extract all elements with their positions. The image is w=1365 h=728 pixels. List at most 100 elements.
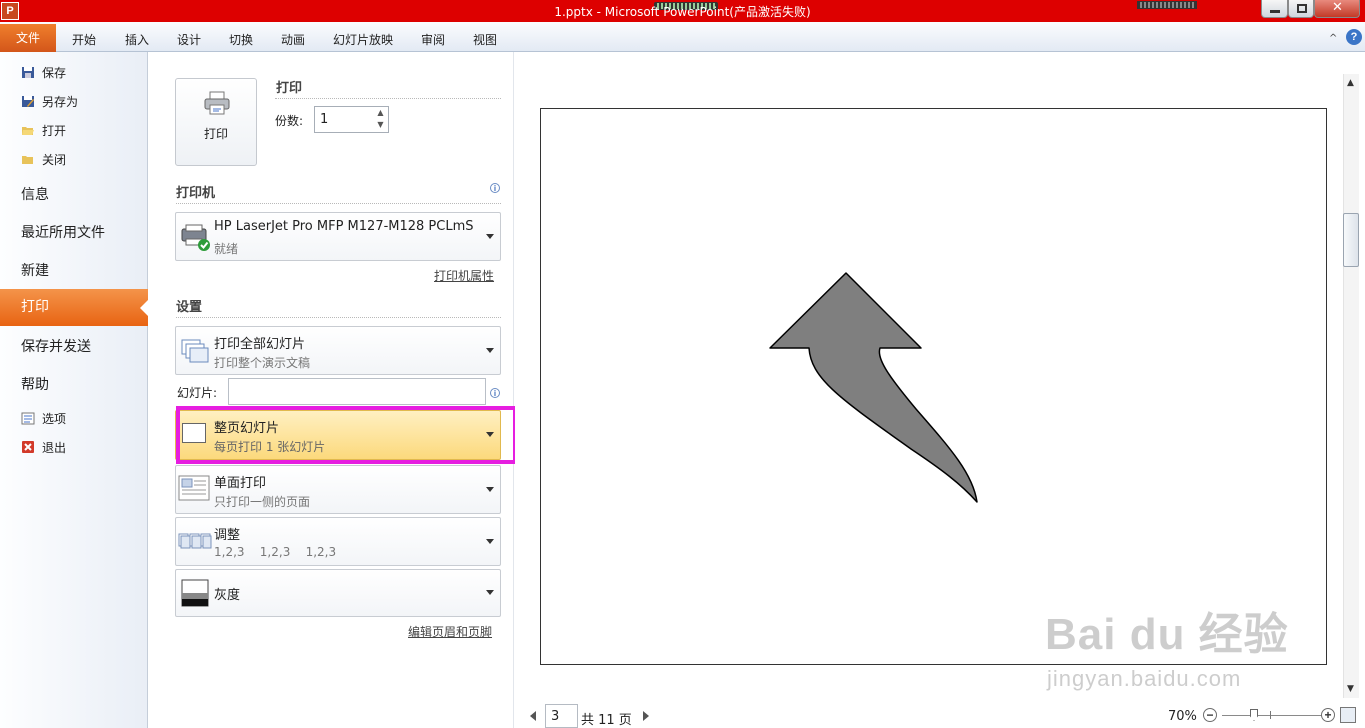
slides-label: 幻灯片: (177, 386, 218, 400)
nav-exit[interactable]: 退出 (21, 437, 66, 457)
page-number-input[interactable]: 3 (545, 704, 578, 728)
chevron-down-icon (486, 347, 494, 353)
nav-close-label: 关闭 (42, 152, 67, 167)
copies-spinner[interactable]: ▲ ▼ (373, 107, 388, 132)
zoom-to-page-icon[interactable] (1340, 707, 1356, 723)
printer-section-title: 打印机 (176, 186, 216, 201)
nav-save-as[interactable]: 另存为 (21, 91, 78, 111)
tab-insert[interactable]: 插入 (125, 31, 149, 48)
nav-info[interactable]: 信息 (21, 184, 49, 204)
tab-home[interactable]: 开始 (72, 31, 96, 48)
help-icon[interactable]: ? (1346, 29, 1362, 45)
sides-dropdown[interactable]: 单面打印 只打印一侧的页面 (175, 465, 501, 514)
scrollbar-thumb[interactable] (1343, 213, 1359, 267)
close-window-button[interactable]: ✕ (1314, 0, 1360, 18)
spin-up-icon[interactable]: ▲ (373, 107, 388, 119)
chevron-down-icon (486, 590, 494, 595)
printer-dropdown[interactable]: HP LaserJet Pro MFP M127-M128 PCLmS 就绪 (175, 212, 501, 261)
nav-exit-label: 退出 (42, 440, 67, 455)
save-as-icon (21, 95, 35, 108)
tab-slideshow[interactable]: 幻灯片放映 (333, 31, 393, 48)
zoom-slider[interactable] (1222, 715, 1322, 716)
collated-icon (178, 533, 212, 549)
printer-ready-icon (181, 224, 210, 251)
nav-open[interactable]: 打开 (21, 120, 66, 140)
page-total: 共 11 页 (581, 713, 632, 728)
divider (275, 98, 501, 99)
color-title: 灰度 (214, 588, 241, 603)
grayscale-icon (181, 579, 209, 607)
nav-open-label: 打开 (42, 123, 67, 138)
collate-dropdown[interactable]: 调整 1,2,3 1,2,3 1,2,3 (175, 517, 501, 566)
close-icon: ✕ (1332, 0, 1343, 15)
nav-save[interactable]: 保存 (21, 62, 66, 82)
print-range-subtitle: 打印整个演示文稿 (214, 356, 311, 370)
tab-design[interactable]: 设计 (177, 31, 201, 48)
print-button-label: 打印 (203, 127, 228, 141)
zoom-slider-tick (1270, 711, 1271, 719)
tab-view[interactable]: 视图 (473, 31, 497, 48)
divider (176, 317, 501, 318)
preview-scrollbar[interactable] (1343, 74, 1359, 698)
tab-animations[interactable]: 动画 (281, 31, 305, 48)
tab-review[interactable]: 审阅 (421, 31, 445, 48)
watermark-logo: Bai du 经验 (1045, 610, 1289, 659)
printer-info-icon[interactable]: i (490, 183, 500, 193)
maximize-button[interactable] (1288, 0, 1314, 18)
collapse-ribbon-icon[interactable]: ^ (1329, 33, 1337, 44)
title-status-indicator (1137, 1, 1197, 9)
options-icon (21, 412, 35, 425)
printer-properties-link[interactable]: 打印机属性 (434, 267, 494, 284)
close-folder-icon (21, 153, 35, 166)
zoom-out-icon[interactable]: − (1203, 708, 1217, 722)
next-page-icon[interactable] (643, 711, 649, 721)
nav-help[interactable]: 帮助 (21, 374, 49, 394)
tab-transitions[interactable]: 切换 (229, 31, 253, 48)
edit-header-footer-link[interactable]: 编辑页眉和页脚 (408, 623, 492, 640)
save-icon (21, 66, 35, 79)
watermark-url: jingyan.baidu.com (1047, 666, 1242, 691)
title-bar: P 1.pptx - Microsoft PowerPoint(产品激活失败) (0, 0, 1365, 22)
slides-input[interactable] (228, 378, 486, 405)
scroll-down-icon[interactable]: ▼ (1347, 684, 1354, 694)
nav-save-as-label: 另存为 (42, 94, 79, 109)
zoom-in-icon[interactable]: + (1321, 708, 1335, 722)
one-sided-print-icon (178, 475, 210, 501)
divider (176, 203, 501, 204)
baidu-watermark: Bai du 经验 jingyan.baidu.com (1045, 580, 1290, 700)
print-button[interactable]: 打印 (175, 78, 257, 166)
settings-section-title: 设置 (176, 300, 203, 315)
copies-label: 份数: (275, 114, 304, 128)
nav-options-label: 选项 (42, 411, 67, 426)
zoom-level[interactable]: 70% (1168, 709, 1197, 724)
nav-close[interactable]: 关闭 (21, 149, 66, 169)
maximize-icon (1297, 4, 1307, 13)
print-range-dropdown[interactable]: 打印全部幻灯片 打印整个演示文稿 (175, 326, 501, 375)
nav-save-send[interactable]: 保存并发送 (21, 336, 91, 356)
print-range-title: 打印全部幻灯片 (214, 337, 306, 352)
highlight-annotation-box (176, 406, 517, 464)
nav-new[interactable]: 新建 (21, 260, 49, 280)
collate-title: 调整 (214, 528, 241, 543)
slides-info-icon[interactable]: i (490, 388, 500, 398)
spin-down-icon[interactable]: ▼ (373, 119, 388, 131)
scroll-up-icon[interactable]: ▲ (1347, 78, 1354, 88)
collate-subtitle: 1,2,3 1,2,3 1,2,3 (214, 545, 337, 559)
open-folder-icon (21, 124, 35, 137)
chevron-down-icon (486, 233, 494, 239)
sides-subtitle: 只打印一侧的页面 (214, 495, 311, 509)
tab-file[interactable]: 文件 (0, 24, 56, 52)
minimize-button[interactable] (1261, 0, 1288, 18)
previous-page-icon[interactable] (530, 711, 536, 721)
nav-options[interactable]: 选项 (21, 408, 66, 428)
nav-save-label: 保存 (42, 65, 67, 80)
nav-print[interactable]: 打印 (0, 289, 149, 326)
chevron-down-icon (486, 538, 494, 544)
print-section-title: 打印 (276, 81, 303, 96)
minimize-icon (1270, 10, 1280, 13)
exit-icon (21, 440, 35, 454)
chevron-down-icon (486, 486, 494, 492)
sides-title: 单面打印 (214, 476, 267, 491)
nav-recent[interactable]: 最近所用文件 (21, 222, 105, 242)
color-dropdown[interactable]: 灰度 (175, 569, 501, 617)
